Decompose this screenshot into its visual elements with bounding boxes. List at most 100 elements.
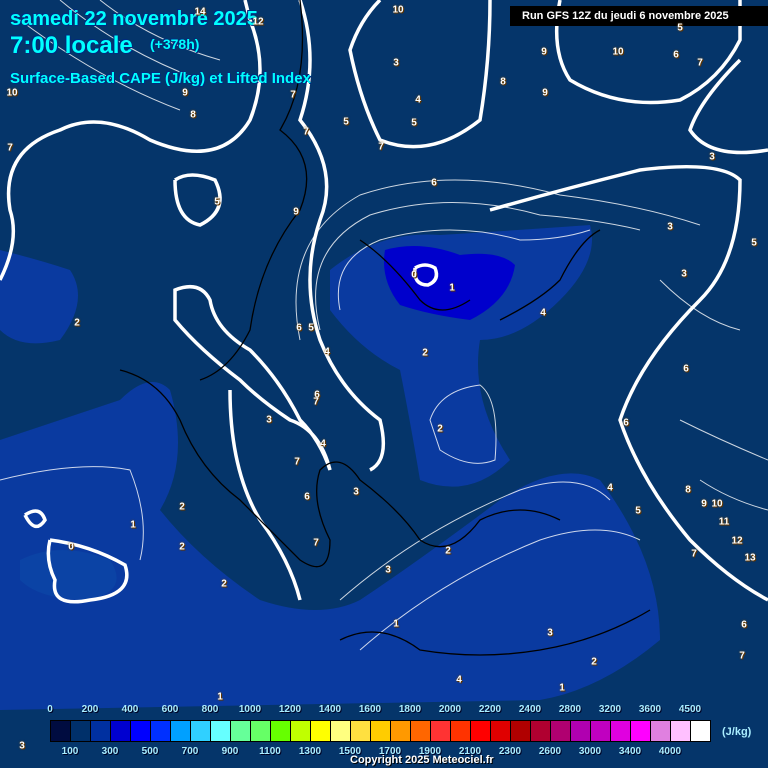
legend-tick-top: 800 [201,704,219,715]
legend-swatch [111,721,131,741]
legend-swatch [251,721,271,741]
contour-label: 6 [683,363,689,375]
contour-label: 12 [731,535,743,547]
contour-label: 10 [612,46,624,58]
legend-swatch [331,721,351,741]
contour-label: 8 [500,76,506,88]
contour-label: 7 [7,142,13,154]
legend-swatch [431,721,451,741]
contour-label: 2 [437,423,443,435]
legend-swatch [691,721,710,741]
legend-tick-bottom: 2600 [538,746,562,757]
contour-label: 6 [623,417,629,429]
legend-tick-top: 400 [121,704,139,715]
contour-label: 1 [559,682,565,694]
contour-label: 11 [718,516,730,528]
forecast-time: 7:00 locale [10,32,133,59]
contour-label: 5 [411,117,417,129]
contour-label: 10 [392,4,404,16]
legend-swatch [591,721,611,741]
contour-label: 2 [422,347,428,359]
contour-label: 3 [681,268,687,280]
legend-tick-bottom: 300 [101,746,119,757]
legend-swatch [351,721,371,741]
legend-tick-top: 2200 [478,704,502,715]
contour-label: 3 [353,486,359,498]
contour-label: 4 [324,346,330,358]
contour-label: 10 [6,87,18,99]
legend-swatch [91,721,111,741]
contour-label: 5 [751,237,757,249]
legend-swatch [51,721,71,741]
legend-tick-bottom: 3400 [618,746,642,757]
legend-tick-top: 600 [161,704,179,715]
legend-swatch [631,721,651,741]
contour-label: 7 [378,141,384,153]
contour-label: 10 [711,498,723,510]
forecast-date: samedi 22 novembre 2025 [10,8,258,30]
legend-swatch [271,721,291,741]
contour-label: 4 [607,482,613,494]
legend-tick-bottom: 1100 [259,746,281,757]
contour-label: 7 [739,650,745,662]
legend-tick-top: 2400 [518,704,542,715]
copyright: Copyright 2025 Meteociel.fr [350,754,494,766]
contour-label: 7 [691,548,697,560]
contour-label: 4 [540,307,546,319]
contour-label: 6 [304,491,310,503]
contour-label: 6 [431,177,437,189]
contour-label: 1 [393,618,399,630]
legend-swatch [231,721,251,741]
contour-label: 3 [266,414,272,426]
legend-tick-bottom: 900 [221,746,239,757]
contour-label: 9 [541,46,547,58]
contour-label: 9 [701,498,707,510]
legend-swatch [671,721,691,741]
legend-swatch [71,721,91,741]
legend-swatch [491,721,511,741]
legend-swatch [171,721,191,741]
legend-tick-bottom: 500 [141,746,159,757]
contour-label: 7 [313,537,319,549]
contour-label: 0 [411,269,417,281]
legend-tick-top: 2000 [438,704,462,715]
contour-label: 7 [294,456,300,468]
legend-tick-top: 3600 [638,704,662,715]
contour-label: 5 [308,322,314,334]
contour-label: 2 [445,545,451,557]
contour-label: 5 [635,505,641,517]
legend-tick-bottom: 1300 [298,746,322,757]
contour-label: 9 [542,87,548,99]
contour-label: 2 [179,541,185,553]
contour-label: 4 [320,438,326,450]
contour-label: 9 [182,87,188,99]
contour-label: 8 [190,109,196,121]
legend-swatch [291,721,311,741]
cape-map [0,0,768,710]
contour-label: 2 [74,317,80,329]
legend-swatch [191,721,211,741]
legend-tick-top: 4500 [678,704,702,715]
contour-label: 3 [393,57,399,69]
contour-label: 6 [741,619,747,631]
contour-label: 7 [290,89,296,101]
contour-label: 4 [415,94,421,106]
contour-label: 6 [296,322,302,334]
legend-tick-top: 200 [81,704,99,715]
legend-swatch [471,721,491,741]
legend-tick-top: 1800 [398,704,422,715]
legend-swatch [551,721,571,741]
legend-tick-top: 1000 [238,704,262,715]
legend-swatch [391,721,411,741]
legend-unit: (J/kg) [722,726,752,738]
contour-label: 5 [677,22,683,34]
legend-swatch [211,721,231,741]
forecast-lead: (+378h) [150,36,200,52]
legend-swatch [451,721,471,741]
contour-label: 3 [385,564,391,576]
legend-swatch [531,721,551,741]
legend-swatch [411,721,431,741]
contour-label: 3 [19,740,25,752]
contour-label: 7 [697,57,703,69]
legend-swatch [571,721,591,741]
